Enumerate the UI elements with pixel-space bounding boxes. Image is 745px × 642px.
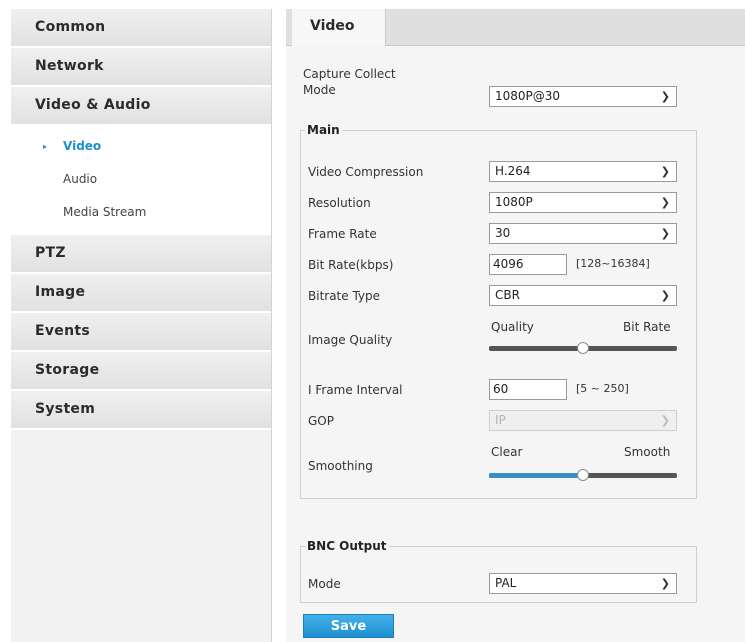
image-quality-left-label: Quality xyxy=(491,320,534,334)
sidebar-subitem-video[interactable]: ▸ Video xyxy=(11,130,271,163)
chevron-down-icon: ❯ xyxy=(660,289,670,302)
gop-label: GOP xyxy=(308,414,334,428)
bnc-output-legend: BNC Output xyxy=(307,539,387,553)
sidebar-item-common[interactable]: Common xyxy=(11,9,271,48)
chevron-down-icon: ❯ xyxy=(660,196,670,209)
sidebar-subitem-audio[interactable]: Audio xyxy=(11,163,271,196)
main-panel: Video Capture Collect Mode 1080P@30 ❯ Ma… xyxy=(286,9,745,642)
sidebar-subitem-media-stream[interactable]: Media Stream xyxy=(11,196,271,229)
capture-mode-label-line1: Capture Collect xyxy=(303,67,396,81)
bnc-mode-select[interactable]: PAL ❯ xyxy=(489,573,677,594)
sidebar-item-system[interactable]: System xyxy=(11,391,271,430)
chevron-down-icon: ❯ xyxy=(660,90,670,103)
arrow-right-icon: ▸ xyxy=(43,142,48,151)
resolution-select[interactable]: 1080P ❯ xyxy=(489,192,677,213)
i-frame-interval-range: [5 ~ 250] xyxy=(576,382,629,395)
smoothing-label: Smoothing xyxy=(308,459,373,473)
bit-rate-range: [128~16384] xyxy=(576,257,650,270)
bnc-mode-value: PAL xyxy=(495,576,517,590)
bitrate-type-select[interactable]: CBR ❯ xyxy=(489,285,677,306)
sidebar-submenu: ▸ Video Audio Media Stream xyxy=(11,126,271,235)
video-compression-label: Video Compression xyxy=(308,165,424,179)
sidebar-item-storage[interactable]: Storage xyxy=(11,352,271,391)
frame-rate-select[interactable]: 30 ❯ xyxy=(489,223,677,244)
image-quality-slider-thumb[interactable] xyxy=(577,342,589,354)
save-button[interactable]: Save xyxy=(303,614,394,638)
sidebar-item-ptz[interactable]: PTZ xyxy=(11,235,271,274)
i-frame-interval-label: I Frame Interval xyxy=(308,383,403,397)
sidebar-item-network[interactable]: Network xyxy=(11,48,271,87)
bit-rate-input[interactable]: 4096 xyxy=(489,254,567,275)
smoothing-left-label: Clear xyxy=(491,445,523,459)
bitrate-type-value: CBR xyxy=(495,288,520,302)
chevron-down-icon: ❯ xyxy=(660,165,670,178)
image-quality-label: Image Quality xyxy=(308,333,393,347)
sidebar-item-video-audio[interactable]: Video & Audio xyxy=(11,87,271,126)
bit-rate-label: Bit Rate(kbps) xyxy=(308,258,394,272)
gop-select: IP ❯ xyxy=(489,410,677,431)
smoothing-slider-thumb[interactable] xyxy=(577,469,589,481)
sidebar-subitem-label: Video xyxy=(63,139,102,153)
capture-mode-label: Capture Collect Mode xyxy=(303,66,396,98)
gop-value: IP xyxy=(495,413,506,427)
tab-video[interactable]: Video xyxy=(292,9,386,46)
image-quality-right-label: Bit Rate xyxy=(623,320,671,334)
chevron-down-icon: ❯ xyxy=(660,414,670,427)
smoothing-right-label: Smooth xyxy=(624,445,671,459)
capture-mode-value: 1080P@30 xyxy=(495,89,561,103)
i-frame-interval-input[interactable]: 60 xyxy=(489,379,567,400)
resolution-label: Resolution xyxy=(308,196,371,210)
main-legend: Main xyxy=(307,123,340,137)
bnc-mode-label: Mode xyxy=(308,577,341,591)
sidebar-item-events[interactable]: Events xyxy=(11,313,271,352)
resolution-value: 1080P xyxy=(495,195,533,209)
chevron-down-icon: ❯ xyxy=(660,227,670,240)
smoothing-slider[interactable] xyxy=(489,469,677,481)
chevron-down-icon: ❯ xyxy=(660,577,670,590)
smoothing-slider-fill xyxy=(489,473,583,478)
bitrate-type-label: Bitrate Type xyxy=(308,289,381,303)
video-compression-select[interactable]: H.264 ❯ xyxy=(489,161,677,182)
capture-mode-label-line2: Mode xyxy=(303,83,336,97)
video-compression-value: H.264 xyxy=(495,164,531,178)
video-settings-content: Capture Collect Mode 1080P@30 ❯ Main Vid… xyxy=(286,46,745,642)
frame-rate-label: Frame Rate xyxy=(308,227,377,241)
sidebar: Common Network Video & Audio ▸ Video Aud… xyxy=(11,9,272,642)
capture-mode-select[interactable]: 1080P@30 ❯ xyxy=(489,86,677,107)
tab-bar: Video xyxy=(286,9,745,46)
sidebar-item-image[interactable]: Image xyxy=(11,274,271,313)
image-quality-slider[interactable] xyxy=(489,342,677,354)
frame-rate-value: 30 xyxy=(495,226,511,240)
